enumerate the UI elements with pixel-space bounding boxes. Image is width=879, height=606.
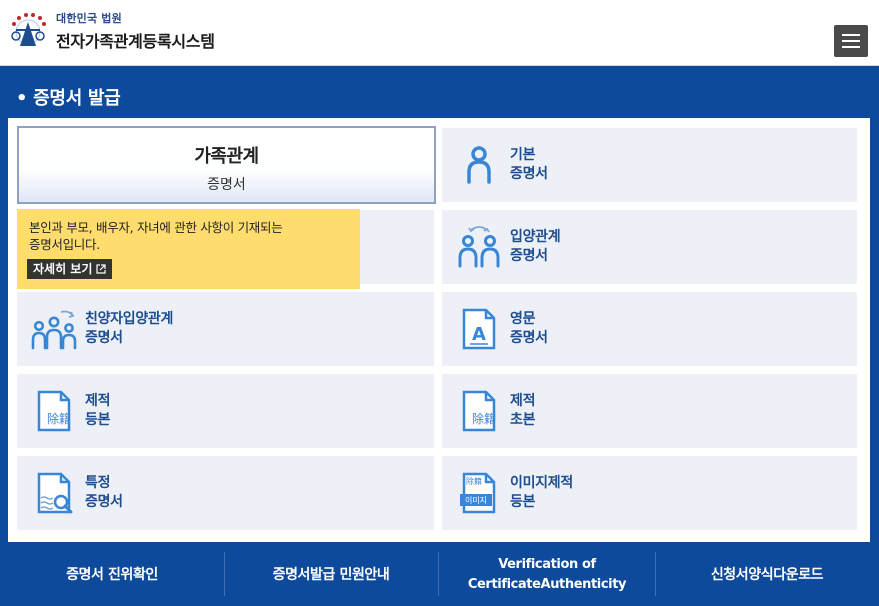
tile-family-relation[interactable]: 가족관계 증명서 (17, 126, 436, 204)
tile-removed-full-line2: 등본 (85, 412, 111, 428)
tile-english-line2: 증명서 (510, 330, 548, 346)
adoption-icon (458, 226, 500, 268)
tile-image-removed[interactable]: 除籍 이미지 이미지제적 등본 (442, 456, 857, 530)
verify-certificate-link[interactable]: 증명서 진위확인 (0, 550, 224, 600)
verification-link[interactable]: Verification of CertificateAuthenticity (438, 550, 656, 600)
person-icon (467, 146, 491, 184)
tile-image-removed-line1: 이미지제적 (510, 475, 573, 491)
tile-basic-line1: 기본 (510, 147, 536, 163)
tile-parental-line2: 증명서 (85, 330, 123, 346)
issuance-guide-label: 증명서발급 민원안내 (272, 567, 390, 583)
logo-text[interactable]: 대한민국 법원 전자가족관계등록시스템 (56, 10, 215, 52)
hamburger-menu-icon (842, 34, 860, 36)
svg-text:除籍: 除籍 (47, 411, 71, 426)
verify-certificate-label: 증명서 진위확인 (66, 567, 158, 583)
tile-family-subtitle: 증명서 (207, 177, 246, 193)
details-button[interactable]: 자세히 보기 (27, 259, 113, 279)
removed-register-icon: 除籍 (462, 390, 496, 432)
system-name: 전자가족관계등록시스템 (56, 32, 215, 51)
family-tooltip: 본인과 부모, 배우자, 자녀에 관한 사항이 기재되는 증명서입니다. 자세히… (17, 209, 360, 289)
external-link-icon (96, 264, 106, 274)
tile-adoption[interactable]: 입양관계 증명서 (442, 210, 857, 284)
court-logo-icon (11, 13, 46, 46)
svg-text:除籍: 除籍 (466, 476, 482, 486)
tile-removed-full[interactable]: 除籍 제적 등본 (17, 374, 434, 448)
header: 대한민국 법원 전자가족관계등록시스템 (0, 0, 879, 66)
form-download-link[interactable]: 신청서양식다운로드 (655, 550, 879, 600)
svg-text:除籍: 除籍 (472, 411, 496, 426)
tile-specific-line2: 증명서 (85, 494, 123, 510)
tooltip-line1: 본인과 부모, 배우자, 자녀에 관한 사항이 기재되는 (29, 220, 283, 235)
hamburger-menu-button[interactable] (834, 25, 868, 57)
tile-basic[interactable]: 기본 증명서 (442, 128, 857, 202)
tile-removed-abstract[interactable]: 除籍 제적 초본 (442, 374, 857, 448)
tile-adoption-line2: 증명서 (510, 248, 548, 264)
tile-english-line1: 영문 (510, 311, 536, 327)
tooltip-line2: 증명서입니다. (29, 237, 100, 252)
details-button-label: 자세히 보기 (33, 262, 93, 276)
image-document-icon: 除籍 이미지 (460, 472, 496, 514)
tile-removed-abstract-line1: 제적 (510, 393, 536, 409)
removed-register-icon: 除籍 (37, 390, 71, 432)
svg-text:A: A (472, 324, 486, 345)
tile-specific[interactable]: 특정 증명서 (17, 456, 434, 530)
family-adoption-icon (31, 310, 77, 350)
tile-basic-line2: 증명서 (510, 166, 548, 182)
document-search-icon (37, 472, 73, 514)
tile-removed-abstract-line2: 초본 (510, 412, 536, 428)
section-title: • 증명서 발급 (16, 88, 121, 109)
issuance-guide-link[interactable]: 증명서발급 민원안내 (224, 550, 438, 600)
footer-nav: 증명서 진위확인 증명서발급 민원안내 Verification of Cert… (0, 542, 879, 606)
verification-line2: CertificateAuthenticity (467, 577, 627, 592)
english-document-icon: A (462, 308, 496, 350)
tile-english[interactable]: A 영문 증명서 (442, 292, 857, 366)
tile-image-removed-line2: 등본 (510, 494, 536, 510)
tile-specific-line1: 특정 (85, 475, 111, 491)
tile-family-title: 가족관계 (194, 146, 259, 167)
form-download-label: 신청서양식다운로드 (710, 567, 824, 583)
tile-parental-adoption[interactable]: 친양자입양관계 증명서 (17, 292, 434, 366)
tile-adoption-line1: 입양관계 (510, 229, 561, 245)
org-name: 대한민국 법원 (56, 12, 122, 25)
svg-text:이미지: 이미지 (465, 495, 487, 505)
verification-line1: Verification of (498, 557, 596, 572)
tile-removed-full-line1: 제적 (85, 393, 111, 409)
tile-parental-line1: 친양자입양관계 (85, 311, 174, 327)
